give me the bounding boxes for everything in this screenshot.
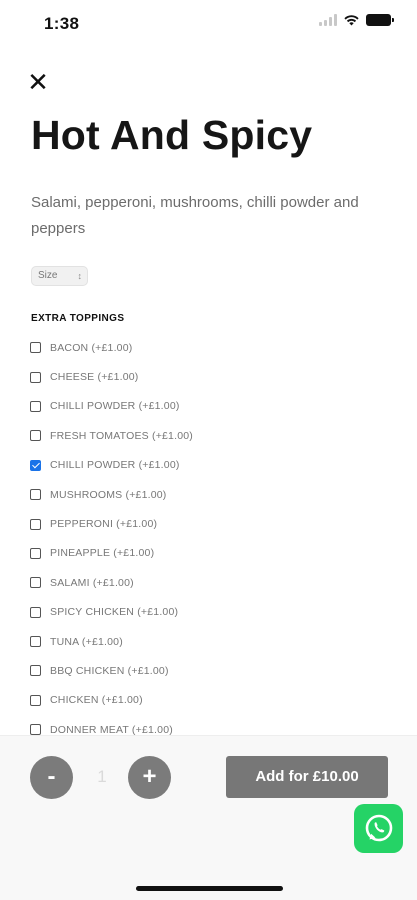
extra-toppings-heading: EXTRA TOPPINGS xyxy=(31,313,125,324)
topping-item[interactable]: SALAMI (+£1.00) xyxy=(30,568,390,597)
topping-checkbox[interactable] xyxy=(30,371,41,383)
topping-checkbox[interactable] xyxy=(30,606,41,618)
topping-checkbox[interactable] xyxy=(30,724,41,736)
topping-item[interactable]: CHEESE (+£1.00) xyxy=(30,362,390,391)
topping-item[interactable]: CHILLI POWDER (+£1.00) xyxy=(30,392,390,421)
home-indicator xyxy=(136,886,283,891)
size-select[interactable]: Size ↕ xyxy=(31,266,88,286)
close-icon[interactable]: ✕ xyxy=(26,69,50,95)
topping-label: PINEAPPLE (+£1.00) xyxy=(50,547,155,560)
topping-item[interactable]: BBQ CHICKEN (+£1.00) xyxy=(30,656,390,685)
topping-label: CHILLI POWDER (+£1.00) xyxy=(50,400,180,413)
topping-checkbox[interactable] xyxy=(30,430,41,442)
topping-label: FRESH TOMATOES (+£1.00) xyxy=(50,429,193,442)
topping-item[interactable]: FRESH TOMATOES (+£1.00) xyxy=(30,421,390,450)
topping-item[interactable]: SPICY CHICKEN (+£1.00) xyxy=(30,598,390,627)
wifi-icon xyxy=(344,15,359,26)
topping-label: MUSHROOMS (+£1.00) xyxy=(50,488,167,501)
topping-label: BBQ CHICKEN (+£1.00) xyxy=(50,664,169,677)
topping-item[interactable]: CHICKEN (+£1.00) xyxy=(30,686,390,715)
topping-item[interactable]: TUNA (+£1.00) xyxy=(30,627,390,656)
signal-icon xyxy=(319,14,337,26)
topping-checkbox[interactable] xyxy=(30,694,41,706)
chevron-updown-icon: ↕ xyxy=(77,271,83,281)
topping-label: PEPPERONI (+£1.00) xyxy=(50,518,158,531)
decrease-quantity-button[interactable]: - xyxy=(30,756,73,799)
topping-item[interactable]: PINEAPPLE (+£1.00) xyxy=(30,539,390,568)
topping-checkbox[interactable] xyxy=(30,665,41,677)
topping-item[interactable]: PEPPERONI (+£1.00) xyxy=(30,509,390,538)
product-description: Salami, pepperoni, mushrooms, chilli pow… xyxy=(31,194,359,237)
topping-checkbox[interactable] xyxy=(30,342,41,354)
increase-quantity-button[interactable]: + xyxy=(128,756,171,799)
topping-checkbox[interactable] xyxy=(30,547,41,559)
toppings-list: BACON (+£1.00) CHEESE (+£1.00) CHILLI PO… xyxy=(30,333,390,744)
status-bar: 1:38 xyxy=(0,0,417,46)
quantity-value: 1 xyxy=(97,767,107,786)
whatsapp-glyph xyxy=(365,814,392,841)
topping-checkbox[interactable] xyxy=(30,577,41,589)
topping-label: CHEESE (+£1.00) xyxy=(50,371,139,384)
topping-item[interactable]: CHILLI POWDER (+£1.00) xyxy=(30,451,390,480)
topping-label: CHILLI POWDER (+£1.00) xyxy=(50,459,180,472)
topping-item[interactable]: BACON (+£1.00) xyxy=(30,333,390,362)
topping-checkbox[interactable] xyxy=(30,400,41,412)
topping-label: DONNER MEAT (+£1.00) xyxy=(50,723,173,736)
topping-label: BACON (+£1.00) xyxy=(50,341,133,354)
status-icons xyxy=(319,14,394,26)
add-to-cart-button[interactable]: Add for £10.00 xyxy=(226,756,388,798)
topping-checkbox[interactable] xyxy=(30,518,41,530)
topping-label: SPICY CHICKEN (+£1.00) xyxy=(50,606,179,619)
topping-label: CHICKEN (+£1.00) xyxy=(50,694,143,707)
size-select-value: Size xyxy=(38,270,58,281)
status-time: 1:38 xyxy=(44,14,80,33)
topping-item[interactable]: MUSHROOMS (+£1.00) xyxy=(30,480,390,509)
topping-checkbox[interactable] xyxy=(30,489,41,501)
battery-icon xyxy=(366,14,394,26)
topping-checkbox[interactable] xyxy=(30,459,41,471)
topping-checkbox[interactable] xyxy=(30,636,41,648)
topping-label: SALAMI (+£1.00) xyxy=(50,576,134,589)
product-title: Hot And Spicy xyxy=(31,112,313,158)
topping-label: TUNA (+£1.00) xyxy=(50,635,123,648)
whatsapp-icon[interactable] xyxy=(354,804,403,853)
